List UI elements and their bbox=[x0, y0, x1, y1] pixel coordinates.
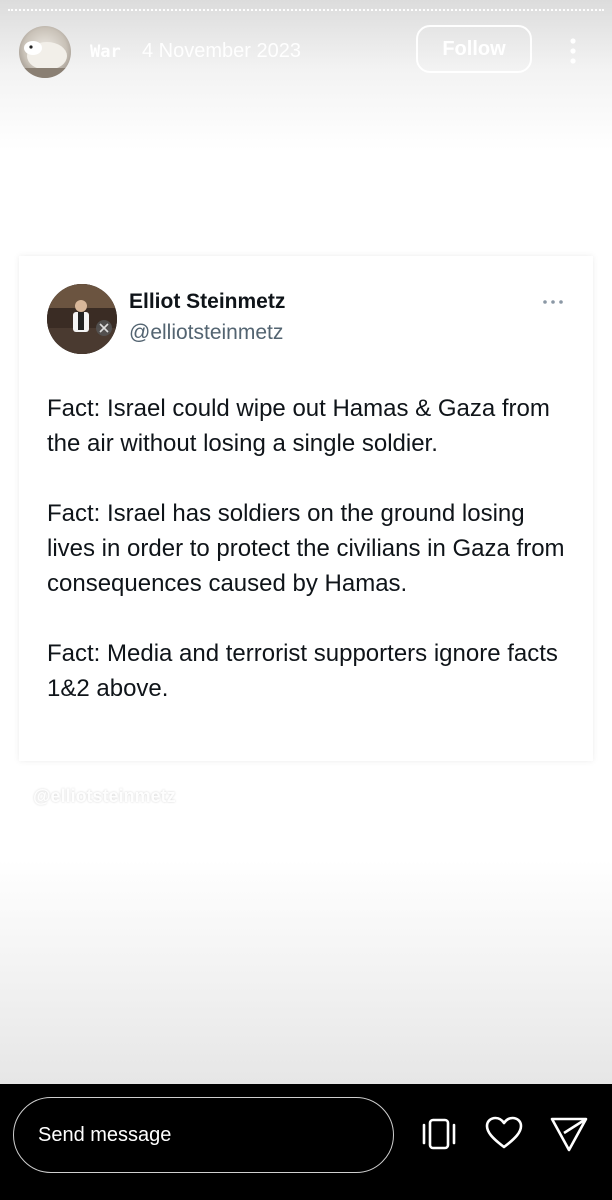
sheep-avatar-image bbox=[19, 41, 71, 78]
tweet-author-avatar bbox=[47, 284, 117, 354]
more-horizontal-icon bbox=[541, 294, 565, 304]
story-date: 4 November 2023 bbox=[142, 40, 301, 62]
more-vertical-icon[interactable] bbox=[566, 36, 580, 66]
watermark-handle: @elliotsteinmetz bbox=[33, 786, 176, 806]
tweet-paragraph: Fact: Media and terrorist supporters ign… bbox=[47, 640, 558, 702]
follow-button[interactable]: Follow bbox=[416, 25, 532, 73]
tweet-body: Fact: Israel could wipe out Hamas & Gaza… bbox=[47, 391, 572, 741]
tweet-paragraph: Fact: Israel has soldiers on the ground … bbox=[47, 500, 565, 597]
account-avatar[interactable] bbox=[19, 26, 71, 78]
tweet-author-handle: @elliotsteinmetz bbox=[129, 321, 284, 344]
repost-icon[interactable] bbox=[419, 1114, 459, 1154]
story-reply-bar: Send message bbox=[0, 1084, 612, 1200]
tweet-paragraph: Fact: Israel could wipe out Hamas & Gaza… bbox=[47, 395, 550, 457]
send-message-input[interactable]: Send message bbox=[13, 1097, 394, 1173]
tweet-card: Elliot Steinmetz @elliotsteinmetz Fact: … bbox=[19, 256, 593, 761]
story-username[interactable]: War bbox=[90, 42, 121, 62]
story-header: War 4 November 2023 Follow bbox=[0, 0, 612, 100]
tweet-author-name: Elliot Steinmetz bbox=[129, 290, 286, 313]
heart-icon[interactable] bbox=[484, 1114, 524, 1154]
send-icon[interactable] bbox=[549, 1114, 589, 1154]
